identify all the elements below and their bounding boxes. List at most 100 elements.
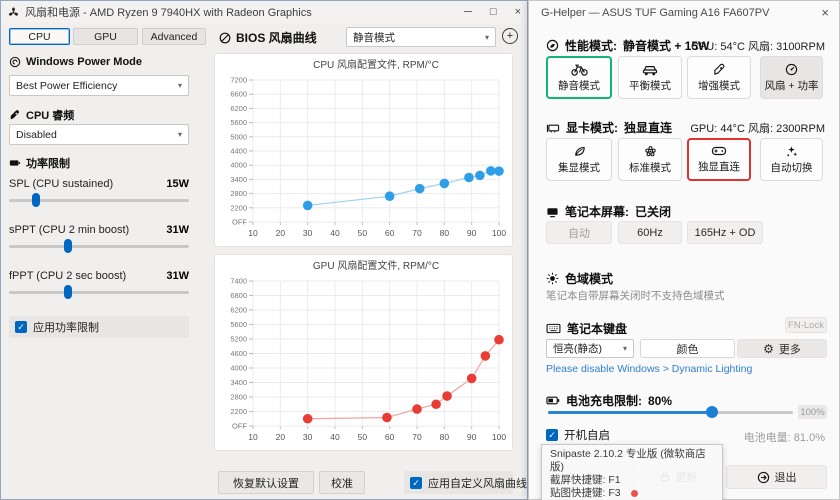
cpu-boost-select[interactable]: Disabled ▾ — [9, 124, 189, 145]
keyboard-heading: 笔记本键盘 — [546, 320, 627, 337]
maximize-icon[interactable]: □ — [490, 6, 497, 18]
fan-mode-select[interactable]: 静音模式 ▾ — [346, 27, 496, 47]
svg-text:OFF: OFF — [232, 422, 247, 431]
svg-text:4000: 4000 — [230, 364, 247, 373]
svg-text:4000: 4000 — [230, 161, 247, 170]
chevron-down-icon: ▾ — [178, 130, 182, 139]
svg-text:2200: 2200 — [230, 407, 247, 416]
svg-text:3400: 3400 — [230, 378, 247, 387]
ultimate-gpu-button[interactable]: 独显直连 — [687, 138, 751, 181]
cpu-fan-curve-chart[interactable]: CPU 风扇配置文件, RPM/°C102030405060708090100O… — [214, 53, 513, 247]
close-icon[interactable]: × — [515, 6, 521, 18]
left-titlebar[interactable]: 风扇和电源 - AMD Ryzen 9 7940HX with Radeon G… — [1, 1, 527, 23]
tooltip-line: 贴图快捷键: F3 — [550, 487, 714, 500]
svg-text:50: 50 — [358, 228, 368, 238]
autostart-checkbox[interactable]: ✓ 开机自启 — [546, 427, 610, 443]
bios-icon — [219, 32, 231, 44]
window-title: 风扇和电源 - AMD Ryzen 9 7940HX with Radeon G… — [25, 4, 312, 20]
standard-gpu-button[interactable]: 标准模式 — [618, 138, 682, 181]
turbo-mode-button[interactable]: 增强模式 — [687, 56, 751, 99]
fan-power-window: 风扇和电源 - AMD Ryzen 9 7940HX with Radeon G… — [0, 0, 528, 500]
keyboard-light-select[interactable]: 恒亮(静态) ▾ — [546, 339, 634, 358]
svg-text:80: 80 — [440, 228, 450, 238]
svg-text:30: 30 — [303, 228, 313, 238]
screen-60hz-button[interactable]: 60Hz — [618, 221, 682, 244]
screen-165hz-button[interactable]: 165Hz + OD — [687, 221, 763, 244]
fppt-slider[interactable] — [9, 285, 189, 299]
screen-heading: 笔记本屏幕: 已关闭 — [546, 203, 671, 220]
keyboard-color-button[interactable]: 颜色 — [640, 339, 735, 358]
power-mode-select[interactable]: Best Power Efficiency ▾ — [9, 75, 189, 96]
charge-limit-slider[interactable] — [548, 405, 793, 419]
apply-custom-curve-checkbox[interactable]: ✓ 应用自定义风扇曲线 — [404, 471, 513, 494]
slider-thumb[interactable] — [32, 193, 40, 207]
fans-power-button[interactable]: 风扇 + 功率 — [760, 56, 823, 99]
tab-cpu[interactable]: CPU — [9, 28, 70, 45]
optimized-gpu-button[interactable]: 自动切换 — [760, 138, 823, 181]
sun-icon — [546, 272, 559, 285]
rocket-icon — [9, 109, 21, 121]
svg-text:5600: 5600 — [230, 320, 247, 329]
reset-defaults-button[interactable]: 恢复默认设置 — [218, 471, 314, 494]
car-icon — [642, 63, 658, 76]
flower-icon — [644, 145, 657, 158]
quit-button[interactable]: 退出 — [726, 465, 827, 489]
keyboard-icon — [546, 323, 561, 334]
rocket-icon — [713, 63, 726, 76]
svg-text:100: 100 — [492, 228, 506, 238]
gauge-icon — [785, 63, 798, 76]
svg-text:6200: 6200 — [230, 104, 247, 113]
svg-text:6800: 6800 — [230, 291, 247, 300]
silent-mode-button[interactable]: 静音模式 — [546, 56, 612, 99]
gpu-fan-curve-chart[interactable]: GPU 风扇配置文件, RPM/°C102030405060708090100O… — [214, 254, 513, 451]
slider-thumb[interactable] — [64, 285, 72, 299]
fppt-label-row: fPPT (CPU 2 sec boost)31W — [9, 270, 189, 282]
desktop: 风扇和电源 - AMD Ryzen 9 7940HX with Radeon G… — [0, 0, 840, 500]
cpu-boost-heading: CPU 睿频 — [9, 107, 74, 123]
svg-text:CPU 风扇配置文件, RPM/°C: CPU 风扇配置文件, RPM/°C — [313, 58, 439, 71]
screen-icon — [546, 206, 559, 218]
right-titlebar[interactable]: G-Helper — ASUS TUF Gaming A16 FA607PV — [529, 1, 839, 25]
spl-slider[interactable] — [9, 193, 189, 207]
apply-power-limits-checkbox[interactable]: ✓ 应用功率限制 — [9, 316, 189, 338]
fan-icon — [8, 7, 19, 18]
slider-thumb[interactable] — [706, 406, 718, 418]
gamut-heading: 色域模式 — [546, 270, 613, 287]
slider-thumb[interactable] — [64, 239, 72, 253]
svg-text:80: 80 — [440, 432, 450, 442]
bios-curve-heading: BIOS 风扇曲线 — [219, 29, 317, 46]
sppt-value: 31W — [166, 224, 189, 236]
gpu-mode-heading: 显卡模式: 独显直连 — [546, 119, 672, 136]
sppt-slider[interactable] — [9, 239, 189, 253]
svg-text:70: 70 — [412, 432, 422, 442]
tab-gpu[interactable]: GPU — [73, 28, 138, 45]
spl-label-row: SPL (CPU sustained)15W — [9, 178, 189, 190]
sppt-label-row: sPPT (CPU 2 min boost)31W — [9, 224, 189, 236]
close-icon[interactable]: × — [821, 5, 829, 20]
balanced-mode-button[interactable]: 平衡模式 — [618, 56, 682, 99]
status-dot — [631, 490, 638, 497]
minimize-icon[interactable]: ─ — [464, 6, 472, 18]
window-title: G-Helper — ASUS TUF Gaming A16 FA607PV — [541, 7, 769, 19]
fn-lock-button[interactable]: FN-Lock — [785, 317, 827, 333]
svg-text:5600: 5600 — [230, 118, 247, 127]
checkbox-checked-icon: ✓ — [410, 477, 422, 489]
tab-advanced[interactable]: Advanced — [142, 28, 206, 45]
svg-text:60: 60 — [385, 432, 395, 442]
cpu-stats: CPU: 54°C 风扇: 3100RPM — [691, 38, 825, 54]
svg-text:GPU 风扇配置文件, RPM/°C: GPU 风扇配置文件, RPM/°C — [313, 259, 439, 272]
chevron-down-icon: ▾ — [485, 33, 489, 42]
chevron-down-icon: ▾ — [178, 81, 182, 90]
keyboard-more-button[interactable]: ⚙ 更多 — [737, 339, 827, 358]
add-profile-button[interactable]: + — [502, 28, 518, 44]
svg-text:2800: 2800 — [230, 189, 247, 198]
tooltip-line: 截屏快捷键: F1 — [550, 474, 714, 487]
svg-text:7400: 7400 — [230, 277, 247, 286]
svg-text:6600: 6600 — [230, 90, 247, 99]
eco-icon — [546, 39, 559, 52]
eco-gpu-button[interactable]: 集显模式 — [546, 138, 612, 181]
auto-sparkle-icon — [785, 145, 798, 158]
dynamic-lighting-link[interactable]: Please disable Windows > Dynamic Lightin… — [546, 363, 752, 375]
calibrate-button[interactable]: 校准 — [319, 471, 365, 494]
screen-auto-button[interactable]: 自动 — [546, 221, 612, 244]
